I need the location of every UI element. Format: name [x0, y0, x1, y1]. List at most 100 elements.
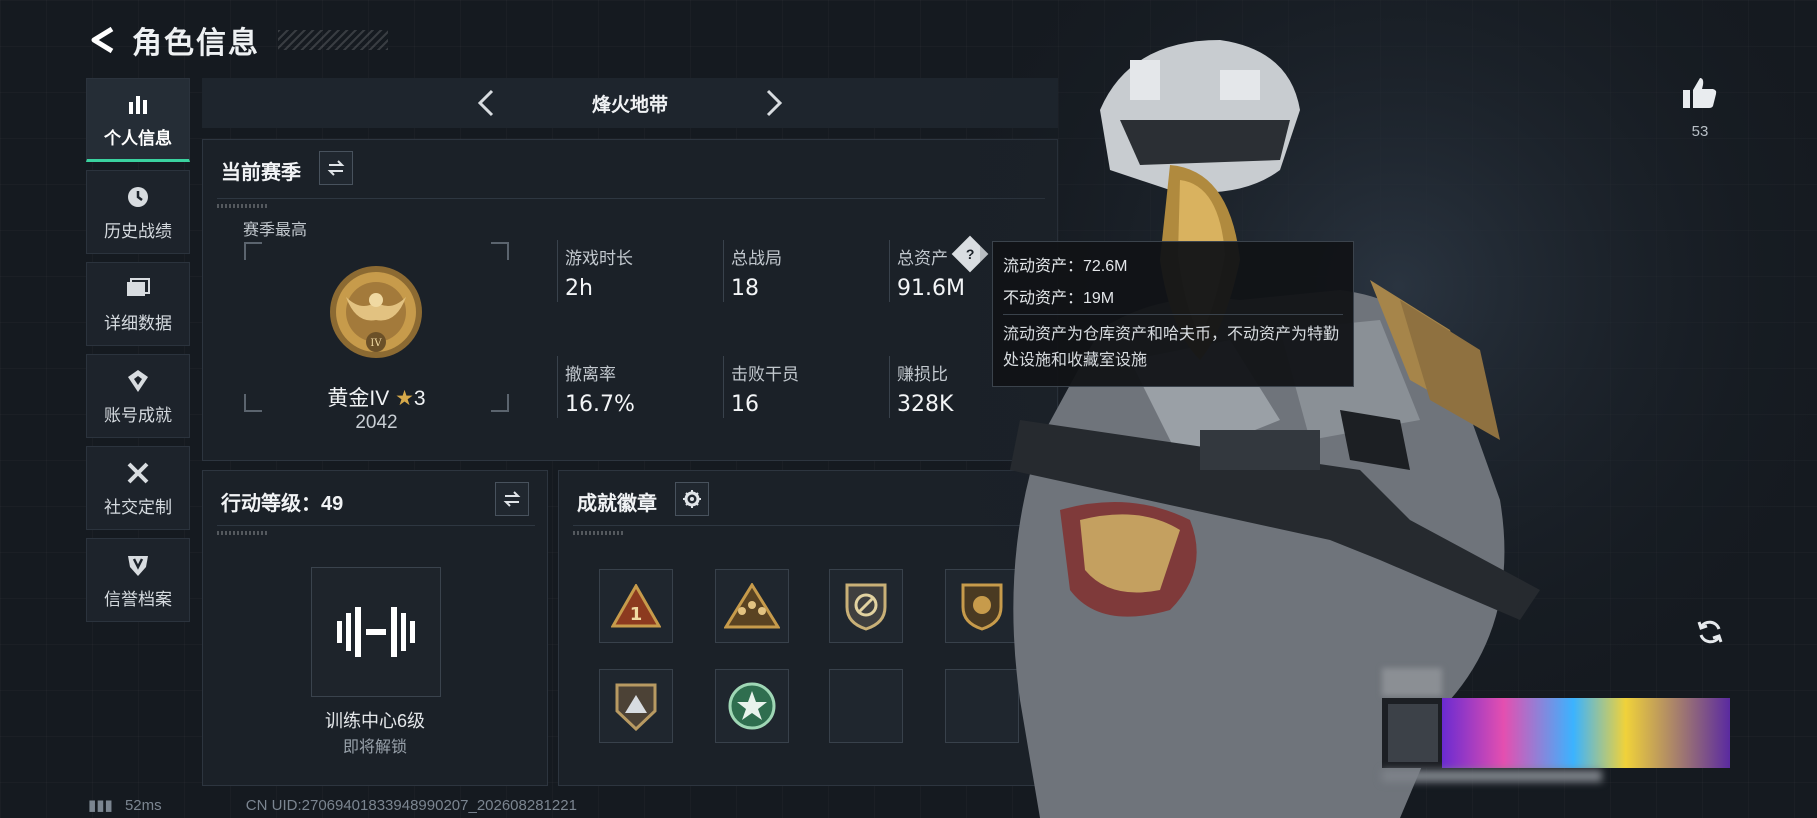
rank-score: 2042	[355, 412, 398, 433]
action-level-panel: 行动等级：49 训练中心6级 即将解锁	[202, 470, 548, 786]
tooltip-description: 流动资产为仓库资产和哈夫币，不动资产为特勤处设施和收藏室设施	[1003, 326, 1340, 369]
training-center-tile[interactable]	[311, 567, 441, 697]
sidebar-item-history[interactable]: 历史战绩	[86, 170, 190, 254]
badge-slot[interactable]	[599, 669, 673, 743]
title-decoration	[278, 30, 388, 50]
stat-value-playtime: 2h	[565, 276, 593, 301]
status-footer: ▮▮▮ 52ms CN UID:27069401833948990207_202…	[88, 796, 577, 814]
badge-slot-empty[interactable]	[829, 669, 903, 743]
divider	[573, 525, 1045, 526]
tooltip-liquid-assets: 流动资产：72.6M	[1003, 258, 1128, 275]
stat-value-operators-defeated: 16	[731, 392, 759, 417]
shield-icon	[128, 555, 148, 576]
stat-separator	[889, 240, 890, 302]
page-title: 角色信息	[132, 27, 260, 60]
divider	[217, 198, 1045, 199]
uid-text: CN UID:27069401833948990207_202608281221	[245, 797, 577, 814]
shield-badge-icon	[845, 583, 887, 631]
stripe-decoration	[217, 204, 267, 208]
thumbs-up-icon	[1683, 78, 1717, 108]
page-header: 角色信息	[88, 18, 388, 62]
stat-label-total-matches: 总战局	[731, 249, 782, 268]
ping-value: 52ms	[124, 797, 162, 814]
stripe-decoration	[573, 531, 623, 535]
sidebar-item-label: 社交定制	[104, 497, 172, 517]
badge-slot[interactable]	[715, 569, 789, 643]
svg-text:1: 1	[630, 604, 643, 625]
blurred-name	[1382, 668, 1442, 696]
sidebar-item-label: 信誉档案	[104, 589, 172, 609]
action-level-switch-button[interactable]	[495, 482, 529, 516]
swap-icon	[503, 491, 521, 507]
badge-slot[interactable]: 1	[599, 569, 673, 643]
mode-selector: 烽火地带	[202, 78, 1058, 128]
like-widget[interactable]: 53	[1678, 76, 1722, 140]
stat-separator	[723, 240, 724, 302]
rank-stars: 3	[413, 387, 426, 410]
rank-name-row: 黄金IV ★3	[244, 382, 509, 412]
achievements-settings-button[interactable]	[675, 482, 709, 516]
badge-slot[interactable]	[715, 669, 789, 743]
training-center-label: 训练中心6级	[324, 711, 425, 731]
badge-slot[interactable]	[829, 569, 903, 643]
stat-separator	[723, 356, 724, 418]
season-best-label: 赛季最高	[243, 222, 308, 239]
rank-frame: IV 黄金IV ★3	[244, 242, 509, 412]
frame-corner	[244, 242, 262, 260]
stat-value-total-assets: 91.6M	[897, 276, 965, 301]
stat-label-profit-loss: 赚损比	[897, 365, 948, 384]
rotate-view-button[interactable]	[1690, 612, 1730, 652]
triangle-one-badge-icon: 1	[611, 584, 661, 628]
network-signal-icon: ▮▮▮	[88, 797, 113, 814]
star-icon: ★	[395, 387, 414, 410]
tooltip-fixed-assets: 不动资产：19M	[1003, 290, 1115, 307]
stat-label-total-assets: 总资产	[897, 249, 948, 268]
mode-label: 烽火地带	[591, 94, 668, 116]
stat-value-extraction-rate: 16.7%	[565, 392, 635, 417]
sidebar-item-personal-info[interactable]: 个人信息	[86, 78, 190, 162]
stat-label-playtime: 游戏时长	[565, 249, 633, 268]
stat-label-operators-defeated: 击败干员	[731, 365, 799, 384]
stat-value-total-matches: 18	[731, 276, 759, 301]
question-icon: ?	[965, 246, 975, 262]
sidebar-item-label: 账号成就	[104, 405, 172, 425]
action-level-title: 行动等级：49	[221, 493, 344, 515]
stripe-decoration	[217, 531, 267, 535]
blurred-subtitle	[1382, 770, 1602, 782]
stat-separator	[557, 240, 558, 302]
sidebar-item-social-custom[interactable]: 社交定制	[86, 446, 190, 530]
stat-label-extraction-rate: 撤离率	[565, 365, 616, 384]
frame-corner	[491, 242, 509, 260]
svg-text:IV: IV	[370, 338, 382, 349]
dumbbell-icon	[337, 607, 415, 657]
avatar	[1388, 704, 1438, 762]
training-status: 即将解锁	[342, 739, 407, 756]
gold-rank-emblem-icon: IV	[330, 266, 422, 358]
folder-icon	[127, 277, 150, 296]
tooltip-divider	[1003, 314, 1343, 315]
player-card[interactable]	[1382, 668, 1730, 784]
sidebar: 个人信息 历史战绩 详细数据 账号成就 社交定制 信誉档案	[86, 78, 190, 630]
sidebar-item-label: 详细数据	[104, 313, 172, 333]
season-switch-button[interactable]	[319, 151, 353, 185]
assets-tooltip: 流动资产：72.6M 不动资产：19M 流动资产为仓库资产和哈夫币，不动资产为特…	[992, 241, 1354, 387]
back-arrow-icon[interactable]	[88, 25, 118, 55]
chevron-left-icon[interactable]	[472, 88, 502, 118]
sidebar-item-detailed-data[interactable]: 详细数据	[86, 262, 190, 346]
sidebar-item-credit-record[interactable]: 信誉档案	[86, 538, 190, 622]
stat-value-profit-loss: 328K	[897, 392, 954, 417]
stat-separator	[557, 356, 558, 418]
divider	[217, 525, 535, 526]
stat-separator	[889, 356, 890, 418]
rank-name: 黄金IV	[327, 387, 390, 410]
achievements-title: 成就徽章	[577, 493, 657, 515]
team-triangle-badge-icon	[724, 583, 780, 629]
chevron-right-icon[interactable]	[758, 88, 788, 118]
mountain-badge-icon	[615, 683, 657, 731]
rotate-icon	[1697, 620, 1723, 644]
tools-icon	[127, 462, 149, 483]
season-title: 当前赛季	[221, 162, 301, 184]
swap-icon	[327, 160, 345, 176]
sidebar-item-label: 个人信息	[104, 128, 172, 148]
sidebar-item-achievements[interactable]: 账号成就	[86, 354, 190, 438]
